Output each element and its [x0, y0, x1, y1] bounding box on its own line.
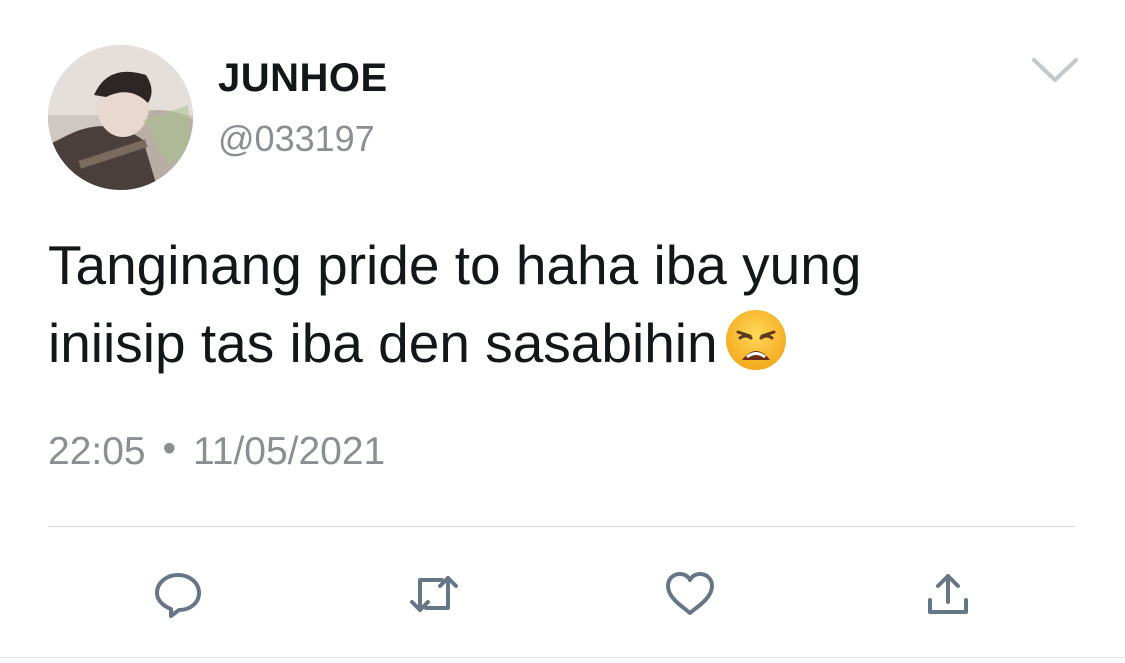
tweet-text: Tanginang pride to haha iba yung iniisip… [48, 226, 1068, 382]
tweet-text-line-2: iniisip tas iba den sasabihin [48, 304, 1068, 382]
reply-button[interactable] [150, 570, 206, 618]
share-upload-icon [928, 574, 968, 614]
reply-bubble-icon [155, 573, 201, 618]
chevron-down-icon[interactable] [1030, 56, 1080, 84]
avatar-photo [48, 45, 193, 190]
user-handle[interactable]: @033197 [218, 118, 375, 160]
tweet-timestamp: 22:05 • 11/05/2021 [48, 427, 386, 474]
like-button[interactable] [662, 570, 718, 618]
weary-face-emoji-icon [724, 308, 788, 372]
tweet-text-line-1: Tanginang pride to haha iba yung [48, 234, 862, 296]
tweet-time: 22:05 [48, 430, 146, 473]
retweet-button[interactable] [406, 570, 462, 618]
tweet-text-line-2-text: iniisip tas iba den sasabihin [48, 312, 718, 374]
divider [48, 526, 1076, 527]
share-button[interactable] [920, 570, 976, 618]
bottom-border [0, 657, 1125, 663]
retweet-icon [410, 576, 458, 612]
avatar[interactable] [48, 45, 193, 190]
heart-icon [666, 572, 714, 615]
tweet-date: 11/05/2021 [192, 430, 386, 473]
meta-separator: • [162, 427, 177, 470]
display-name[interactable]: JUNHOE [218, 56, 388, 101]
